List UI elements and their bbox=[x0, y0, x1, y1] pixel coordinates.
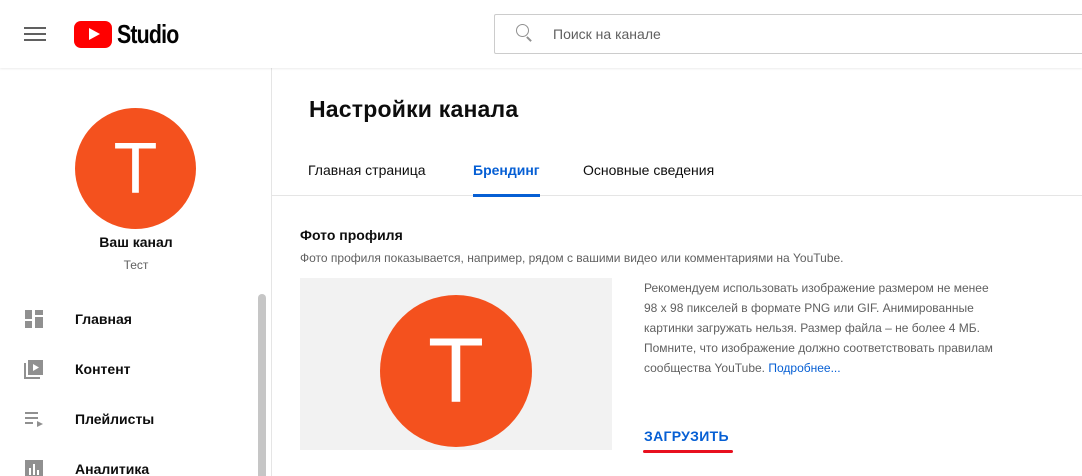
red-underline-annotation bbox=[643, 450, 733, 453]
settings-tabs: Главная страница Брендинг Основные сведе… bbox=[272, 150, 1082, 197]
tab-home-page[interactable]: Главная страница bbox=[308, 162, 426, 196]
channel-subtitle: Тест bbox=[123, 258, 149, 272]
youtube-play-icon bbox=[74, 20, 112, 48]
analytics-icon bbox=[24, 459, 44, 476]
hamburger-menu-icon[interactable] bbox=[24, 24, 46, 44]
sidebar-scrollbar[interactable] bbox=[258, 294, 266, 476]
sidebar-item-label: Главная bbox=[75, 311, 132, 327]
sidebar-item-analytics[interactable]: Аналитика bbox=[0, 444, 256, 476]
search-bar[interactable] bbox=[494, 14, 1082, 54]
playlists-icon bbox=[24, 409, 44, 429]
studio-logo[interactable]: Studio bbox=[74, 18, 192, 49]
dashboard-icon bbox=[24, 309, 44, 329]
sidebar-item-label: Контент bbox=[75, 361, 131, 377]
channel-avatar[interactable]: T bbox=[75, 108, 196, 229]
learn-more-link[interactable]: Подробнее... bbox=[768, 361, 840, 375]
sidebar-item-playlists[interactable]: Плейлисты bbox=[0, 394, 256, 444]
channel-title: Ваш канал bbox=[99, 234, 173, 250]
profile-photo-description: Фото профиля показывается, например, ряд… bbox=[300, 251, 844, 265]
page-title: Настройки канала bbox=[309, 96, 519, 122]
tab-basic-info[interactable]: Основные сведения bbox=[583, 162, 714, 196]
profile-photo-title: Фото профиля bbox=[300, 227, 403, 243]
tab-branding[interactable]: Брендинг bbox=[473, 162, 540, 197]
sidebar-item-label: Аналитика bbox=[75, 461, 150, 476]
search-icon[interactable] bbox=[507, 15, 547, 53]
logo-text: Studio bbox=[117, 18, 179, 49]
upload-button[interactable]: ЗАГРУЗИТЬ bbox=[644, 428, 729, 444]
photo-recommendation: Рекомендуем использовать изображение раз… bbox=[644, 278, 1004, 378]
sidebar: T Ваш канал Тест Главная Контент Плейлис… bbox=[0, 68, 272, 476]
sidebar-item-dashboard[interactable]: Главная bbox=[0, 294, 256, 344]
sidebar-item-label: Плейлисты bbox=[75, 411, 155, 427]
search-input[interactable] bbox=[553, 26, 953, 42]
sidebar-item-content[interactable]: Контент bbox=[0, 344, 256, 394]
profile-photo-preview: T bbox=[300, 278, 612, 450]
preview-avatar: T bbox=[380, 295, 532, 447]
content-icon bbox=[24, 359, 44, 379]
top-bar: Studio bbox=[0, 0, 1082, 68]
